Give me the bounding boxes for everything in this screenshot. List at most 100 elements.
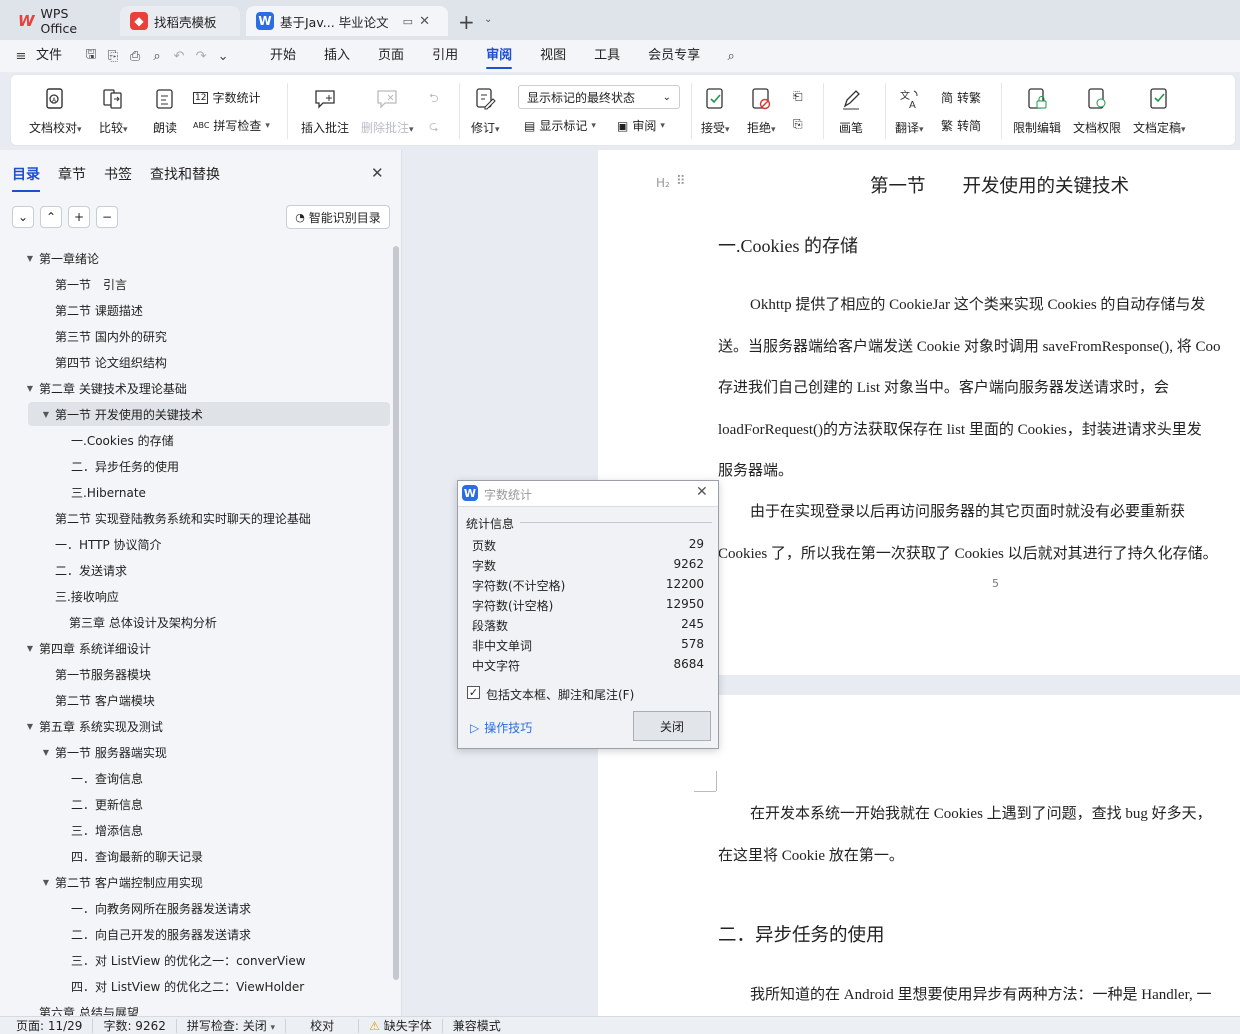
- toc-item[interactable]: 四．对 ListView 的优化之二：ViewHolder: [0, 974, 392, 998]
- translate-button[interactable]: 文A 翻译▾: [895, 85, 924, 136]
- toc-item[interactable]: 第一节 引言: [0, 272, 392, 296]
- status-word-count[interactable]: 字数: 9262: [93, 1018, 177, 1033]
- toc-item[interactable]: 二．发送请求: [0, 558, 392, 582]
- expand-toggle-icon[interactable]: ▼: [24, 384, 36, 393]
- close-button[interactable]: 关闭: [633, 711, 711, 741]
- toc-item[interactable]: 第二节 实现登陆教务系统和实时聊天的理论基础: [0, 506, 392, 530]
- tab-docer-templates[interactable]: ◆ 找稻壳模板: [120, 6, 240, 36]
- sidebar-scrollbar[interactable]: [393, 246, 399, 980]
- menu-member[interactable]: 会员专享: [634, 40, 714, 72]
- insert-comment-button[interactable]: 插入批注: [301, 85, 349, 136]
- expand-toggle-icon[interactable]: ▼: [40, 748, 52, 757]
- menu-start[interactable]: 开始: [256, 40, 310, 72]
- menu-reference[interactable]: 引用: [418, 40, 472, 72]
- save-icon[interactable]: 🖫: [80, 45, 102, 67]
- next-revision-icon[interactable]: ⎘: [793, 117, 803, 132]
- toc-item[interactable]: 二．异步任务的使用: [0, 454, 392, 478]
- toc-item[interactable]: ▼ 第五章 系统实现及测试: [0, 714, 392, 738]
- tab-find-replace[interactable]: 查找和替换: [150, 164, 220, 184]
- review-pane-button[interactable]: ▣ 审阅 ▾: [617, 117, 665, 134]
- menu-insert[interactable]: 插入: [310, 40, 364, 72]
- toc-item[interactable]: 一.Cookies 的存储: [0, 428, 392, 452]
- menu-file[interactable]: 文件: [32, 40, 80, 72]
- toc-item[interactable]: 第二节 课题描述: [0, 298, 392, 322]
- tab-current-document[interactable]: W 基于Jav... 毕业论文 ▭ ✕: [246, 6, 448, 36]
- print-icon[interactable]: ⎙: [124, 45, 146, 67]
- previous-comment-icon[interactable]: ⮌: [429, 89, 439, 110]
- toc-item[interactable]: 一．查询信息: [0, 766, 392, 790]
- collapse-up-button[interactable]: ⌃: [40, 206, 62, 228]
- toc-item[interactable]: ▼ 第一节 开发使用的关键技术: [28, 402, 390, 426]
- toc-item[interactable]: 一．HTTP 协议简介: [0, 532, 392, 556]
- print-preview-icon[interactable]: ⌕: [146, 45, 168, 67]
- toc-item[interactable]: 三．增添信息: [0, 818, 392, 842]
- expand-toggle-icon[interactable]: ▼: [24, 254, 36, 263]
- spell-check-button[interactable]: ABC 拼写检查 ▾: [193, 117, 270, 134]
- accept-button[interactable]: 接受▾: [701, 85, 730, 136]
- to-traditional-button[interactable]: 简 转繁: [941, 89, 981, 106]
- search-icon[interactable]: ⌕: [720, 45, 742, 67]
- include-checkbox[interactable]: ✓: [467, 686, 480, 699]
- toc-item[interactable]: 第三章 总体设计及架构分析: [0, 610, 392, 634]
- next-comment-icon[interactable]: ⮎: [429, 117, 439, 138]
- tab-list-dropdown-icon[interactable]: ⌄: [484, 14, 492, 25]
- reject-button[interactable]: 拒绝▾: [747, 85, 776, 136]
- drag-handle-icon[interactable]: ⠿: [676, 174, 686, 189]
- menu-view[interactable]: 视图: [526, 40, 580, 72]
- to-simplified-button[interactable]: 繁 转简: [941, 117, 981, 134]
- toc-item[interactable]: 三.接收响应: [0, 584, 392, 608]
- menu-review[interactable]: 审阅: [472, 40, 526, 72]
- toc-item[interactable]: 二．更新信息: [0, 792, 392, 816]
- toc-item[interactable]: 三．对 ListView 的优化之一：converView: [0, 948, 392, 972]
- remove-heading-button[interactable]: −: [96, 206, 118, 228]
- new-tab-button[interactable]: +: [458, 10, 475, 34]
- expand-toggle-icon[interactable]: ▼: [40, 410, 52, 419]
- toc-item[interactable]: 二．向自己开发的服务器发送请求: [0, 922, 392, 946]
- pen-button[interactable]: 画笔: [837, 85, 865, 136]
- close-tab-icon[interactable]: ✕: [419, 14, 430, 29]
- smart-toc-button[interactable]: ◔ 智能识别目录: [286, 205, 390, 229]
- tab-wps-office[interactable]: W WPS Office: [8, 6, 116, 36]
- doc-permission-button[interactable]: 文档权限: [1073, 85, 1121, 136]
- tab-toc[interactable]: 目录: [12, 164, 40, 192]
- doc-check-button[interactable]: A 文档校对▾: [29, 85, 82, 136]
- expand-toggle-icon[interactable]: ▼: [24, 722, 36, 731]
- toc-item[interactable]: 第二节 客户端模块: [0, 688, 392, 712]
- previous-revision-icon[interactable]: ⎗: [793, 89, 803, 104]
- undo-icon[interactable]: ↶: [168, 45, 190, 67]
- export-icon[interactable]: ⎘: [102, 45, 124, 67]
- finalize-button[interactable]: 文档定稿▾: [1133, 85, 1186, 136]
- expand-toggle-icon[interactable]: ▼: [24, 644, 36, 653]
- quick-access-dropdown-icon[interactable]: ⌄: [212, 45, 234, 67]
- add-heading-button[interactable]: +: [68, 206, 90, 228]
- menu-page[interactable]: 页面: [364, 40, 418, 72]
- toc-item[interactable]: 四．查询最新的聊天记录: [0, 844, 392, 868]
- word-count-button[interactable]: 12 字数统计: [193, 89, 260, 106]
- markup-state-select[interactable]: 显示标记的最终状态 ⌄: [518, 85, 680, 109]
- toc-item[interactable]: ▼ 第四章 系统详细设计: [0, 636, 392, 660]
- status-spell-check[interactable]: 拼写检查: 关闭 ▾: [177, 1018, 287, 1033]
- close-pane-icon[interactable]: ✕: [371, 164, 384, 182]
- status-page[interactable]: 页面: 11/29: [0, 1018, 94, 1033]
- toc-item[interactable]: ▼ 第一节 服务器端实现: [0, 740, 392, 764]
- toc-item[interactable]: 第一节服务器模块: [0, 662, 392, 686]
- restrict-edit-button[interactable]: 限制编辑: [1013, 85, 1061, 136]
- redo-icon[interactable]: ↷: [190, 45, 212, 67]
- tab-window-icon[interactable]: ▭: [403, 15, 413, 28]
- status-proofread[interactable]: 校对: [286, 1018, 360, 1033]
- close-dialog-icon[interactable]: ✕: [696, 484, 708, 500]
- toc-item[interactable]: ▼ 第一章绪论: [0, 246, 392, 270]
- delete-comment-button[interactable]: 删除批注▾: [361, 85, 414, 136]
- tips-link[interactable]: ▷ 操作技巧: [470, 719, 532, 736]
- menu-tools[interactable]: 工具: [580, 40, 634, 72]
- tab-bookmarks[interactable]: 书签: [104, 164, 132, 184]
- toc-item[interactable]: 一．向教务网所在服务器发送请求: [0, 896, 392, 920]
- status-missing-font[interactable]: ⚠ 缺失字体: [359, 1018, 443, 1033]
- compare-button[interactable]: 比较▾: [99, 85, 128, 136]
- toc-item[interactable]: 第三节 国内外的研究: [0, 324, 392, 348]
- revise-button[interactable]: 修订▾: [471, 85, 500, 136]
- read-aloud-button[interactable]: 朗读: [151, 85, 179, 136]
- toc-item[interactable]: ▼ 第二章 关键技术及理论基础: [0, 376, 392, 400]
- tab-chapters[interactable]: 章节: [58, 164, 86, 184]
- toc-item[interactable]: ▼ 第二节 客户端控制应用实现: [0, 870, 392, 894]
